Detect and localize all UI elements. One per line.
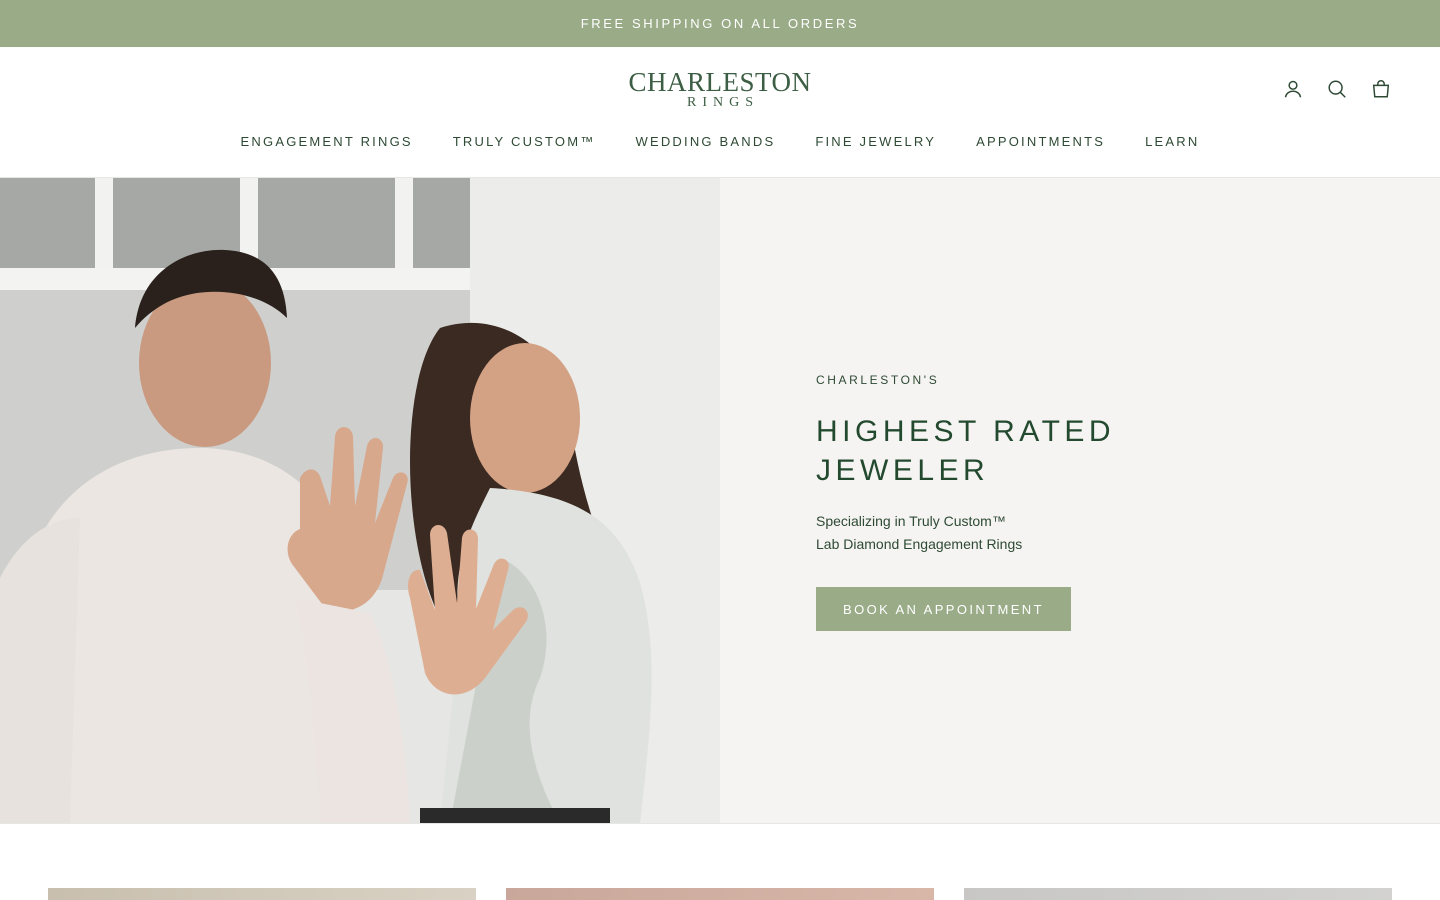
- brand-logo-line2: RINGS: [686, 95, 759, 110]
- hero-title-line1: HIGHEST RATED: [816, 415, 1116, 448]
- account-icon[interactable]: [1282, 78, 1304, 100]
- hero-subtitle: Specializing in Truly Custom™ Lab Diamon…: [816, 510, 1022, 556]
- search-icon[interactable]: [1326, 78, 1348, 100]
- brand-logo[interactable]: CHARLESTON RINGS: [620, 69, 820, 110]
- announcement-text: FREE SHIPPING ON ALL ORDERS: [580, 16, 860, 31]
- cart-icon[interactable]: [1370, 78, 1392, 100]
- nav-item-truly-custom[interactable]: TRULY CUSTOM™: [453, 134, 596, 149]
- hero-title: HIGHEST RATED JEWELER: [816, 412, 1115, 490]
- nav-item-engagement-rings[interactable]: ENGAGEMENT RINGS: [241, 134, 413, 149]
- hero-eyebrow: CHARLESTON'S: [816, 373, 940, 387]
- hero-photo-illustration: [0, 178, 720, 823]
- book-appointment-button[interactable]: BOOK AN APPOINTMENT: [816, 587, 1071, 631]
- nav-item-appointments[interactable]: APPOINTMENTS: [976, 134, 1105, 149]
- site-header: CHARLESTON RINGS ENGAGEMENT RINGS TRULY …: [0, 47, 1440, 178]
- brand-logo-line1: CHARLESTON: [628, 67, 812, 97]
- hero-title-line2: JEWELER: [816, 454, 990, 487]
- hero-section: CHARLESTON'S HIGHEST RATED JEWELER Speci…: [0, 178, 1440, 824]
- hero-subtitle-line1: Specializing in Truly Custom™: [816, 513, 1006, 529]
- hero-image: [0, 178, 720, 823]
- featured-cards: [48, 888, 1392, 900]
- nav-item-fine-jewelry[interactable]: FINE JEWELRY: [815, 134, 936, 149]
- hero-subtitle-line2: Lab Diamond Engagement Rings: [816, 536, 1023, 552]
- announcement-bar: FREE SHIPPING ON ALL ORDERS: [0, 0, 1440, 47]
- nav-item-wedding-bands[interactable]: WEDDING BANDS: [635, 134, 775, 149]
- featured-card[interactable]: [506, 888, 934, 900]
- featured-card[interactable]: [964, 888, 1392, 900]
- featured-card[interactable]: [48, 888, 476, 900]
- main-nav: ENGAGEMENT RINGS TRULY CUSTOM™ WEDDING B…: [0, 134, 1440, 149]
- nav-item-learn[interactable]: LEARN: [1145, 134, 1199, 149]
- hero-text-panel: CHARLESTON'S HIGHEST RATED JEWELER Speci…: [720, 178, 1440, 823]
- header-icons: [1282, 78, 1392, 100]
